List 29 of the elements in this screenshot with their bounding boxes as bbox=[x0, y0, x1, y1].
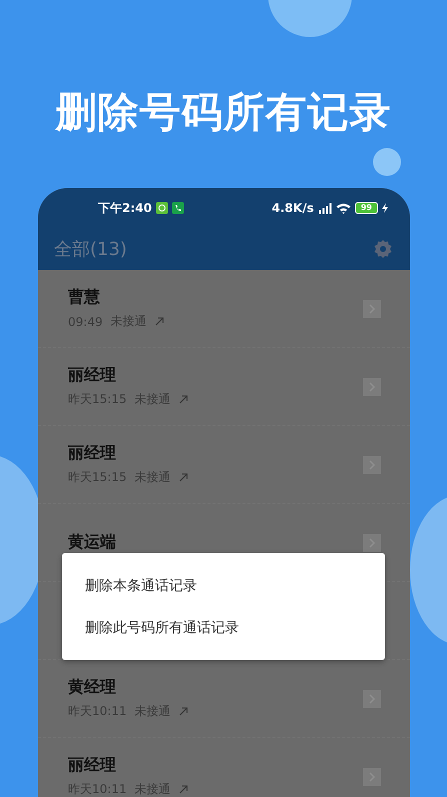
outgoing-arrow-icon bbox=[178, 707, 188, 716]
contact-name: 曹慧 bbox=[68, 287, 101, 308]
chevron-button-icon[interactable] bbox=[363, 456, 381, 474]
outgoing-arrow-icon bbox=[178, 473, 188, 482]
battery-indicator: 99 bbox=[354, 202, 378, 214]
wifi-icon bbox=[336, 202, 351, 214]
outgoing-arrow-icon bbox=[154, 317, 164, 326]
signal-icon bbox=[318, 202, 332, 214]
chevron-button-icon[interactable] bbox=[363, 378, 381, 396]
menu-item[interactable]: 删除此号码所有通话记录 bbox=[62, 618, 385, 636]
network-speed: 4.8K/s bbox=[272, 201, 314, 215]
contact-name: 丽经理 bbox=[68, 365, 117, 386]
outgoing-arrow-icon bbox=[178, 395, 188, 404]
contact-name: 黄运端 bbox=[68, 532, 116, 553]
chevron-button-icon[interactable] bbox=[363, 534, 381, 552]
chevron-button-icon[interactable] bbox=[363, 300, 381, 318]
chevron-button-icon[interactable] bbox=[363, 690, 381, 708]
header-title: 全部(13) bbox=[54, 238, 127, 261]
headline: 删除号码所有记录 bbox=[54, 87, 392, 138]
settings-icon[interactable] bbox=[373, 239, 393, 259]
contact-name: 丽经理 bbox=[68, 755, 117, 776]
status-time: 下午2:40 bbox=[98, 200, 152, 216]
outgoing-arrow-icon bbox=[178, 785, 188, 794]
phone-icon bbox=[172, 202, 184, 214]
chevron-button-icon[interactable] bbox=[363, 768, 381, 786]
charging-icon bbox=[382, 203, 388, 213]
app-notification-icon bbox=[156, 202, 168, 214]
contact-name: 丽经理 bbox=[68, 443, 117, 464]
contact-name: 黄经理 bbox=[68, 677, 117, 698]
